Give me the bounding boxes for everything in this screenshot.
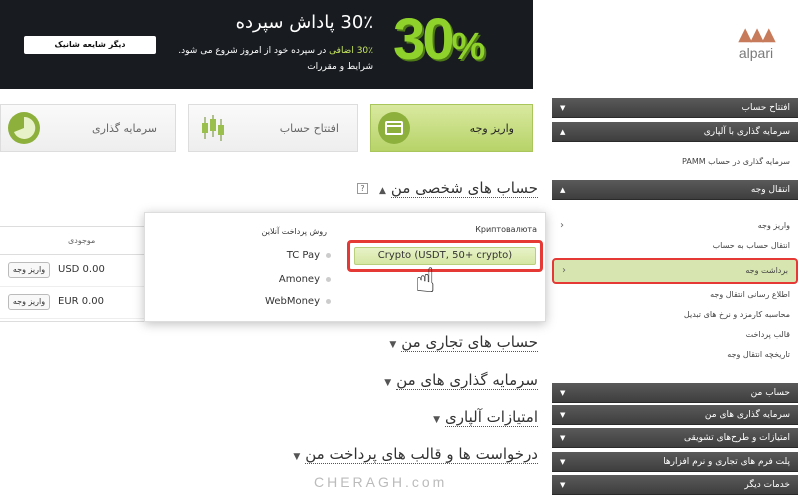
collapse-arrow-icon: ▲ xyxy=(378,186,386,196)
side-menu: افتتاح حساب ▼ سرمایه گذاری با آلپاری ▲ سرم… xyxy=(552,0,798,496)
section-payment-requests[interactable]: درخواست ها و قالب های پرداخت من▼ xyxy=(288,445,538,464)
crypto-header: Криптовалюта xyxy=(475,225,537,234)
tab-investment[interactable]: سرمایه گذاری xyxy=(0,104,176,152)
tab-deposit[interactable]: واریز وجه xyxy=(370,104,533,152)
submenu-item-fee-calculator[interactable]: محاسبه کارمزد و نرخ های تبدیل xyxy=(552,305,798,325)
chevron-left-icon: ‹ xyxy=(560,220,564,231)
toggle-arrow-icon: ▲ xyxy=(560,186,566,194)
banner-line-1: 30٪ اضافی در سپرده خود از امروز شروع می … xyxy=(178,46,373,56)
toggle-arrow-icon: ▼ xyxy=(560,458,566,466)
balance-value: USD 0.00 xyxy=(58,264,105,275)
table-row: EUR 0.00 واریز وجه xyxy=(0,287,145,319)
menu-item-invest[interactable]: سرمایه گذاری با آلپاری ▲ xyxy=(552,122,798,142)
menu-item-my-investments[interactable]: سرمایه گذاری های من ▼ xyxy=(552,405,798,425)
menu-item-platforms[interactable]: پلت فرم های تجاری و نرم افزارها ▼ xyxy=(552,452,798,472)
balance-value: EUR 0.00 xyxy=(58,296,105,307)
bullet-icon xyxy=(326,298,331,304)
submenu-item-withdraw[interactable]: برداشت وجه ‹ xyxy=(552,258,798,284)
tab-deposit-label: واریز وجه xyxy=(469,122,514,135)
toggle-arrow-icon: ▼ xyxy=(560,104,566,112)
submenu-item-deposit[interactable]: واریز وجه ‹ xyxy=(552,216,798,236)
action-tabs: واریز وجه افتتاح حساب سرمایه گذاری xyxy=(0,104,533,152)
table-header: موجودی xyxy=(0,227,145,255)
banner-button[interactable]: دیگر شایعه شانیک xyxy=(24,36,156,54)
toggle-arrow-icon: ▼ xyxy=(560,389,566,397)
menu-item-transfer[interactable]: انتقال وجه ▲ xyxy=(552,180,798,200)
payment-option-amoney[interactable]: Amoney xyxy=(279,274,331,285)
submenu-item-transfer-notice[interactable]: اطلاع رسانی انتقال وجه xyxy=(552,285,798,305)
crypto-option-highlight: Crypto (USDT, 50+ crypto) xyxy=(347,240,543,272)
toggle-arrow-icon: ▼ xyxy=(560,481,566,489)
bullet-icon xyxy=(326,276,331,282)
toggle-arrow-icon: ▲ xyxy=(560,128,566,136)
menu-item-open-account[interactable]: افتتاح حساب ▼ xyxy=(552,98,798,118)
payment-option-tcpay[interactable]: TC Pay xyxy=(287,250,331,261)
expand-arrow-icon: ▼ xyxy=(384,378,392,388)
candlestick-icon xyxy=(202,115,224,141)
promo-banner[interactable]: 30% 30٪ پاداش سپرده 30٪ اضافی در سپرده خ… xyxy=(0,0,533,89)
submenu-item-payment-template[interactable]: قالب پرداخت xyxy=(552,325,798,345)
toggle-arrow-icon: ▼ xyxy=(560,411,566,419)
tab-open-account[interactable]: افتتاح حساب xyxy=(188,104,358,152)
chevron-left-icon: ‹ xyxy=(562,265,566,276)
payment-option-crypto[interactable]: Crypto (USDT, 50+ crypto) xyxy=(354,247,536,265)
expand-arrow-icon: ▼ xyxy=(433,415,441,425)
menu-item-privileges[interactable]: امتیازات و طرح‌های تشویقی ▼ xyxy=(552,428,798,448)
hand-cursor-icon: ☝ xyxy=(415,261,436,301)
help-icon[interactable]: ? xyxy=(356,183,368,194)
section-investments[interactable]: سرمایه گذاری های من▼ xyxy=(379,371,538,390)
bullet-icon xyxy=(326,252,331,258)
submenu-item-pamm[interactable]: سرمایه گذاری در حساب PAMM xyxy=(552,152,798,172)
table-row: USD 0.00 واریز وجه xyxy=(0,255,145,287)
deposit-button[interactable]: واریز وجه xyxy=(8,262,50,278)
tab-investment-label: سرمایه گذاری xyxy=(92,122,157,135)
expand-arrow-icon: ▼ xyxy=(389,340,397,350)
payment-methods-popup: روش پرداخت آنلاین Криптовалюта TC Pay Am… xyxy=(144,212,546,322)
tab-open-account-label: افتتاح حساب xyxy=(279,122,339,135)
submenu-item-internal-transfer[interactable]: انتقال حساب به حساب xyxy=(552,236,798,256)
wallet-icon xyxy=(378,112,410,144)
section-privileges[interactable]: امتیازات آلپاری▼ xyxy=(428,408,538,427)
menu-item-my-account[interactable]: حساب من ▼ xyxy=(552,383,798,403)
section-trading-accounts[interactable]: حساب های تجاری من▼ xyxy=(384,333,538,352)
accounts-table: موجودی USD 0.00 واریز وجه EUR 0.00 واریز… xyxy=(0,226,145,322)
online-payment-header: روش پرداخت آنلاین xyxy=(261,227,327,236)
section-personal-accounts[interactable]: حساب های شخصی من▲? xyxy=(356,179,538,198)
expand-arrow-icon: ▼ xyxy=(293,452,301,462)
banner-terms-link[interactable]: شرایط و مقررات xyxy=(307,62,373,72)
banner-percent: 30% xyxy=(393,7,485,72)
deposit-button[interactable]: واریز وجه xyxy=(8,294,50,310)
submenu-item-transfer-history[interactable]: تاریخچه انتقال وجه xyxy=(552,345,798,365)
balance-column-header: موجودی xyxy=(68,236,96,245)
toggle-arrow-icon: ▼ xyxy=(560,434,566,442)
watermark: CHERAGH.com xyxy=(314,474,448,490)
pie-chart-icon xyxy=(8,112,40,144)
banner-title: 30٪ پاداش سپرده xyxy=(235,12,373,33)
menu-item-other-services[interactable]: خدمات دیگر ▼ xyxy=(552,475,798,495)
payment-option-webmoney[interactable]: WebMoney xyxy=(265,296,331,307)
